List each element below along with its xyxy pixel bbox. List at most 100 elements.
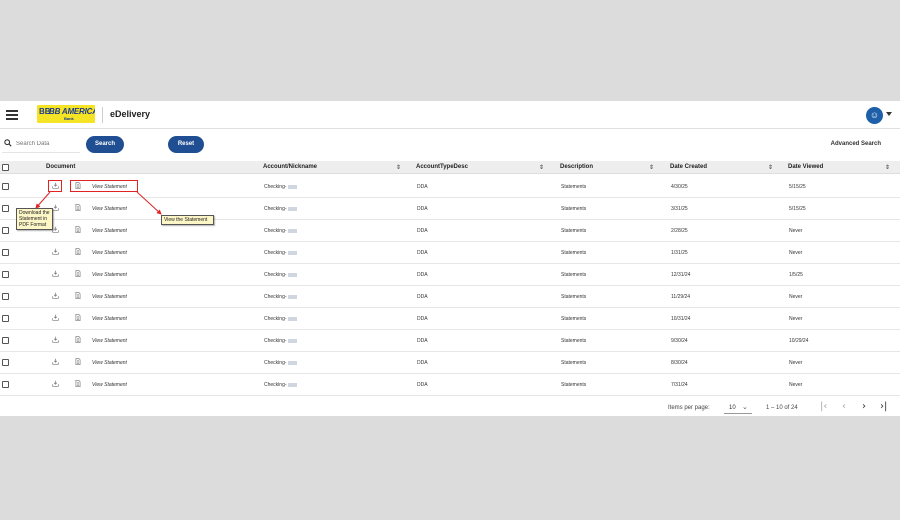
account-type-cell: DDA (417, 184, 428, 190)
row-checkbox[interactable] (2, 249, 9, 256)
user-avatar-icon[interactable]: ☺ (866, 107, 883, 124)
account-text: Checking- (264, 316, 287, 322)
date-viewed-cell: Never (789, 250, 803, 256)
account-type-cell: DDA (417, 272, 428, 278)
items-per-page-value: 10 (729, 405, 736, 411)
account-type-cell: DDA (417, 206, 428, 212)
row-checkbox[interactable] (2, 293, 9, 300)
date-viewed-cell: 5/15/25 (789, 184, 806, 190)
table-row: View Statement Checking- DDA Statements 2/28… (0, 220, 900, 242)
row-checkbox[interactable] (2, 359, 9, 366)
table-row: View Statement Checking- DDA Statements 12/3… (0, 264, 900, 286)
row-checkbox[interactable] (2, 183, 9, 190)
advanced-search-link[interactable]: Advanced Search (831, 141, 881, 147)
logo-subtext: Bank (64, 116, 74, 121)
date-viewed-cell: Never (789, 316, 803, 322)
document-icon[interactable] (75, 358, 81, 365)
download-icon[interactable] (52, 204, 59, 211)
document-icon[interactable] (75, 380, 81, 387)
menu-icon[interactable] (6, 110, 18, 120)
date-created-cell: 4/30/25 (671, 184, 688, 190)
view-statement-link[interactable]: View Statement (92, 206, 127, 212)
document-icon[interactable] (75, 314, 81, 321)
view-statement-link[interactable]: View Statement (92, 272, 127, 278)
masked-account-number (287, 206, 297, 211)
sort-viewed-icon[interactable]: ⇕ (885, 164, 890, 171)
download-icon[interactable] (52, 226, 59, 233)
document-icon[interactable] (75, 270, 81, 277)
sort-description-icon[interactable]: ⇕ (649, 164, 654, 171)
account-cell: Checking- (264, 382, 297, 388)
sort-account-icon[interactable]: ⇕ (396, 164, 401, 171)
pagination-bar: Items per page: 10 ⌄ 1 – 10 of 24 |‹ ‹ ›… (0, 399, 900, 416)
download-icon[interactable] (52, 248, 59, 255)
description-cell: Statements (561, 360, 587, 366)
last-page-icon[interactable]: ›| (880, 401, 887, 412)
download-icon[interactable] (52, 336, 59, 343)
description-cell: Statements (561, 294, 587, 300)
header-date-viewed[interactable]: Date Viewed (788, 164, 823, 170)
header-account-type[interactable]: AccountTypeDesc (416, 164, 468, 170)
download-icon[interactable] (52, 358, 59, 365)
select-all-checkbox[interactable] (2, 164, 9, 171)
account-text: Checking- (264, 228, 287, 234)
download-icon[interactable] (52, 314, 59, 321)
header-account[interactable]: Account/Nickname (263, 164, 317, 170)
header-document: Document (46, 164, 76, 170)
row-checkbox[interactable] (2, 271, 9, 278)
view-statement-link[interactable]: View Statement (92, 250, 127, 256)
document-icon[interactable] (75, 336, 81, 343)
search-input[interactable] (16, 138, 78, 150)
page-range: 1 – 10 of 24 (766, 405, 798, 411)
description-cell: Statements (561, 338, 587, 344)
top-bar: BB BB AMERICAS Bank eDelivery ☺ (0, 101, 900, 129)
header-description[interactable]: Description (560, 164, 593, 170)
next-page-icon[interactable]: › (862, 401, 866, 412)
view-statement-link[interactable]: View Statement (92, 382, 127, 388)
view-statement-link[interactable]: View Statement (92, 294, 127, 300)
header-date-created[interactable]: Date Created (670, 164, 707, 170)
date-created-cell: 7/31/24 (671, 382, 688, 388)
sort-created-icon[interactable]: ⇕ (768, 164, 773, 171)
account-text: Checking- (264, 338, 287, 344)
view-statement-link[interactable]: View Statement (92, 228, 127, 234)
download-note: Download the Statement in PDF Format (16, 208, 53, 230)
view-highlight-box (70, 180, 138, 192)
sort-type-icon[interactable]: ⇕ (539, 164, 544, 171)
view-statement-link[interactable]: View Statement (92, 316, 127, 322)
row-checkbox[interactable] (2, 381, 9, 388)
row-checkbox[interactable] (2, 337, 9, 344)
view-statement-link[interactable]: View Statement (92, 360, 127, 366)
date-created-cell: 8/30/24 (671, 360, 688, 366)
download-icon[interactable] (52, 270, 59, 277)
download-icon[interactable] (52, 380, 59, 387)
previous-page-icon[interactable]: ‹ (842, 401, 846, 412)
account-cell: Checking- (264, 272, 297, 278)
account-cell: Checking- (264, 228, 297, 234)
page-title: eDelivery (110, 109, 151, 119)
row-checkbox[interactable] (2, 227, 9, 234)
description-cell: Statements (561, 184, 587, 190)
first-page-icon[interactable]: |‹ (820, 401, 827, 412)
row-checkbox[interactable] (2, 205, 9, 212)
row-checkbox[interactable] (2, 315, 9, 322)
account-type-cell: DDA (417, 360, 428, 366)
download-icon[interactable] (52, 292, 59, 299)
document-icon[interactable] (75, 292, 81, 299)
search-button[interactable]: Search (86, 136, 124, 153)
view-statement-link[interactable]: View Statement (92, 338, 127, 344)
account-type-cell: DDA (417, 294, 428, 300)
bank-logo[interactable]: BB BB AMERICAS Bank (37, 105, 95, 123)
document-icon[interactable] (75, 226, 81, 233)
document-icon[interactable] (75, 204, 81, 211)
document-icon[interactable] (75, 248, 81, 255)
account-cell: Checking- (264, 294, 297, 300)
items-per-page-select[interactable]: 10 ⌄ (724, 402, 752, 414)
account-text: Checking- (264, 360, 287, 366)
description-cell: Statements (561, 382, 587, 388)
date-viewed-cell: 1/5/25 (789, 272, 803, 278)
avatar-chevron-down-icon[interactable] (886, 112, 892, 116)
search-field[interactable] (2, 135, 80, 153)
date-viewed-cell: 10/29/24 (789, 338, 809, 344)
reset-button[interactable]: Reset (168, 136, 204, 153)
